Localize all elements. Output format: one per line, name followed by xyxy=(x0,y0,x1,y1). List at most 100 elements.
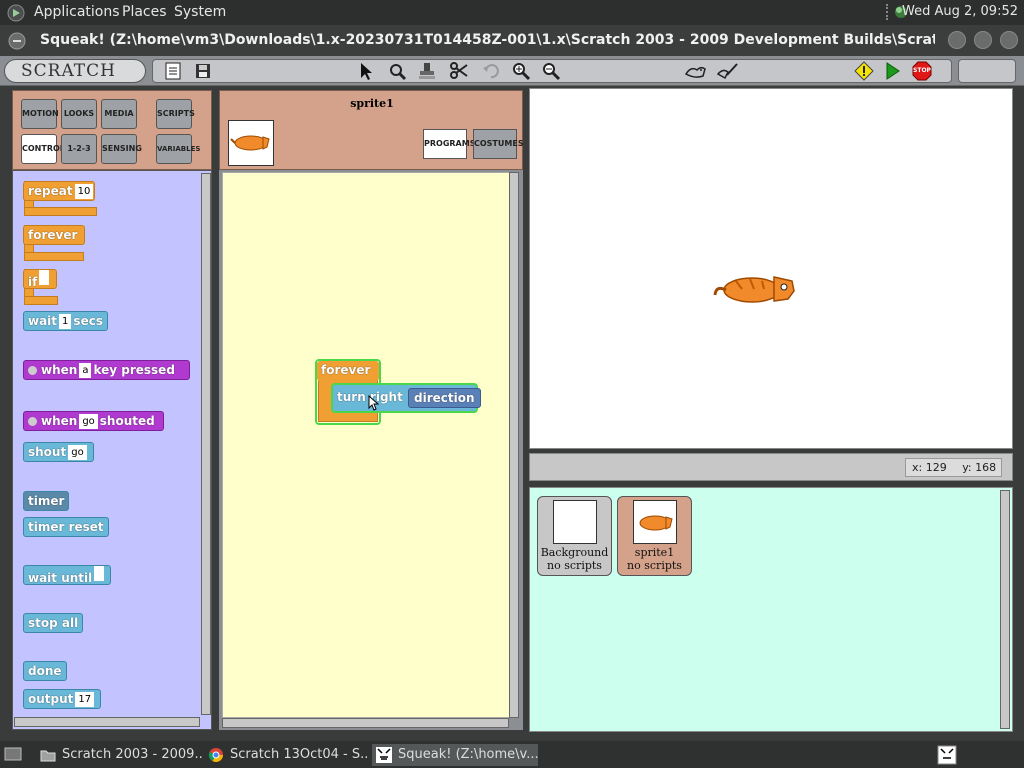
squeak-icon xyxy=(376,747,392,763)
stop-all-block[interactable]: stop all xyxy=(23,613,84,633)
block-label: wait until xyxy=(28,571,93,585)
timer-reporter-block[interactable]: timer xyxy=(23,491,70,511)
direction-reporter[interactable]: direction xyxy=(408,388,481,408)
repeat-block[interactable]: repeat 10 xyxy=(23,181,95,201)
window-menu-icon[interactable] xyxy=(8,32,26,50)
sprite-thumbnail[interactable] xyxy=(228,120,274,166)
tab-costumes[interactable]: COSTUMES xyxy=(473,129,524,159)
category-scripts[interactable]: SCRIPTS xyxy=(156,99,195,129)
x-label: x: xyxy=(912,461,923,474)
timer-reset-block[interactable]: timer reset xyxy=(23,517,109,537)
window-titlebar[interactable]: Squeak! (Z:\home\vm3\Downloads\1.x-20230… xyxy=(0,25,1024,56)
show-desktop-icon[interactable] xyxy=(4,746,22,762)
when-shouted-block[interactable]: when go shouted xyxy=(23,411,164,431)
taskbar-item-squeak[interactable]: Squeak! (Z:\home\v... xyxy=(372,744,538,766)
turn-direction-script[interactable]: turn right direction xyxy=(331,383,481,413)
scratch-toolbar: SCRATCH STOP xyxy=(0,56,1024,86)
block-label: timer reset xyxy=(28,520,104,534)
forever-script-block[interactable]: forever xyxy=(317,361,379,381)
block-suffix: shouted xyxy=(99,414,155,428)
scripts-horizontal-scrollbar[interactable] xyxy=(222,718,509,728)
shout-block[interactable]: shout go xyxy=(23,442,94,462)
scripts-vertical-scrollbar[interactable] xyxy=(509,172,519,718)
save-icon[interactable] xyxy=(192,60,214,82)
forever-block[interactable]: forever xyxy=(23,225,85,245)
tile-status: no scripts xyxy=(547,559,602,572)
category-looks[interactable]: LOOKS xyxy=(61,99,97,129)
taskbar-item-chrome[interactable]: Scratch 13Oct04 - S... xyxy=(204,744,368,766)
arrow-cursor-icon[interactable] xyxy=(355,60,377,82)
green-flag-icon[interactable] xyxy=(881,60,903,82)
background-tile[interactable]: Background no scripts xyxy=(537,496,612,576)
palette-horizontal-scrollbar[interactable] xyxy=(14,717,200,727)
block-label: if xyxy=(28,275,38,289)
done-block[interactable]: done xyxy=(23,661,67,681)
menu-places[interactable]: Places xyxy=(122,4,167,20)
clock[interactable]: Wed Aug 2, 09:52 xyxy=(902,4,1018,19)
sprite-sorter: Background no scripts sprite1 no scripts xyxy=(529,487,1013,732)
forever-block-foot xyxy=(24,252,84,261)
wait-until-block[interactable]: wait until xyxy=(23,565,112,585)
stop-sign-icon[interactable]: STOP xyxy=(911,60,933,82)
block-label: timer xyxy=(28,494,65,508)
menu-system[interactable]: System xyxy=(174,4,226,20)
zoom-out-icon[interactable] xyxy=(540,60,562,82)
undo-icon[interactable] xyxy=(480,60,502,82)
tab-programs[interactable]: PROGRAMS xyxy=(423,129,475,159)
tile-name: Background xyxy=(540,546,609,559)
sorter-vertical-scrollbar[interactable] xyxy=(1000,490,1010,729)
category-sensing[interactable]: SENSING xyxy=(101,134,142,164)
category-motion[interactable]: MOTION xyxy=(21,99,59,129)
stamp-icon[interactable] xyxy=(416,60,438,82)
warning-icon[interactable] xyxy=(853,60,875,82)
palette-vertical-scrollbar[interactable] xyxy=(201,173,211,715)
close-button[interactable] xyxy=(1000,31,1018,49)
category-variables[interactable]: VARIABLES xyxy=(156,134,200,164)
maximize-button[interactable] xyxy=(974,31,992,49)
shout-message-slot[interactable]: go xyxy=(79,414,98,429)
new-project-icon[interactable] xyxy=(162,60,184,82)
scratch-logo: SCRATCH xyxy=(4,59,146,83)
grow-icon[interactable] xyxy=(386,60,408,82)
block-label: repeat xyxy=(28,184,73,198)
sprite1-tile[interactable]: sprite1 no scripts xyxy=(617,496,692,576)
wait-secs-slot[interactable]: 1 xyxy=(59,314,72,329)
if-block-foot xyxy=(24,296,58,305)
repeat-count-slot[interactable]: 10 xyxy=(74,184,94,199)
gnome-foot-icon[interactable] xyxy=(6,3,26,23)
block-label: when xyxy=(41,363,78,377)
scissors-icon[interactable] xyxy=(448,60,470,82)
cat-sprite-icon xyxy=(230,135,270,151)
mouse-coordinates: x: 129 y: 168 xyxy=(905,458,1002,477)
tray-squeak-icon[interactable] xyxy=(937,745,957,765)
zoom-in-icon[interactable] xyxy=(510,60,532,82)
cat-sprite[interactable] xyxy=(712,267,798,313)
category-123[interactable]: 1-2-3 xyxy=(61,134,97,164)
taskbar-label: Squeak! (Z:\home\v... xyxy=(398,747,538,762)
when-key-pressed-block[interactable]: when a key pressed xyxy=(23,360,190,380)
hat-dot-icon xyxy=(28,417,37,426)
sprite-edit-icon[interactable] xyxy=(715,60,741,82)
output-slot[interactable]: 17 xyxy=(75,692,95,707)
shout-slot[interactable]: go xyxy=(68,445,87,460)
top-panel: Applications Places System Wed Aug 2, 09… xyxy=(0,0,1024,25)
if-block[interactable]: if xyxy=(23,269,57,289)
category-control[interactable]: CONTROL xyxy=(21,134,65,164)
sprite1-thumbnail xyxy=(632,500,677,544)
y-value: 168 xyxy=(975,461,997,474)
x-value: 129 xyxy=(925,461,947,474)
wait-until-slot[interactable] xyxy=(94,566,105,581)
output-block[interactable]: output 17 xyxy=(23,689,102,709)
minimize-button[interactable] xyxy=(948,31,966,49)
scripts-area[interactable]: forever turn right direction xyxy=(222,172,510,718)
sprite-paint-icon[interactable] xyxy=(683,60,709,82)
stage[interactable] xyxy=(529,88,1013,449)
wait-secs-block[interactable]: wait 1 secs xyxy=(23,311,108,331)
key-slot[interactable]: a xyxy=(79,363,92,378)
taskbar-item-folder[interactable]: Scratch 2003 - 2009... xyxy=(36,744,202,766)
sprite-name[interactable]: sprite1 xyxy=(220,97,524,110)
category-media[interactable]: MEDIA xyxy=(101,99,137,129)
menu-applications[interactable]: Applications xyxy=(34,4,120,20)
if-condition-slot[interactable] xyxy=(39,270,50,285)
separator-icon xyxy=(886,4,890,20)
